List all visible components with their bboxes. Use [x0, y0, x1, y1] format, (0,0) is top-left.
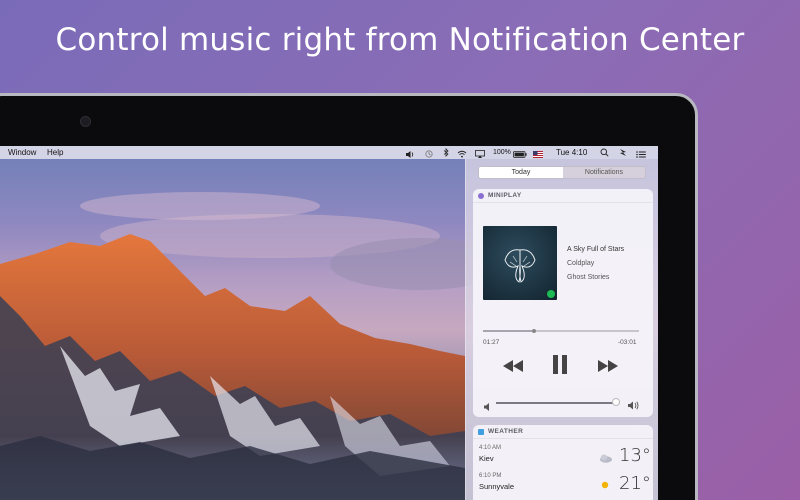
track-artist: Coldplay	[567, 260, 595, 267]
weather-local-time: 4:10 AM	[479, 445, 502, 451]
miniplay-app-icon	[478, 193, 484, 199]
menu-window[interactable]: Window	[8, 146, 36, 159]
pause-icon	[553, 355, 567, 374]
volume-slider-knob[interactable]	[612, 398, 621, 406]
fast-forward-button[interactable]	[598, 359, 618, 377]
pause-button[interactable]	[553, 355, 567, 379]
sun-icon	[599, 478, 611, 496]
volume-slider[interactable]	[496, 398, 621, 406]
cloudy-night-icon	[599, 450, 613, 468]
menu-help[interactable]: Help	[47, 146, 63, 159]
miniplay-widget: MINIPLAY A Sky Full of Stars Coldplay Gh…	[473, 189, 653, 417]
playback-progress-fill	[483, 330, 535, 332]
elapsed-time: 01:27	[483, 339, 500, 346]
weather-city: Kiev	[479, 454, 494, 463]
notification-center-panel: Today Notifications MINIPLAY A Sky Full …	[465, 159, 658, 500]
battery-percent[interactable]: 100%	[493, 146, 511, 159]
menu-bar: Window Help 100% Tue 4:10	[0, 146, 658, 159]
album-artwork[interactable]	[483, 226, 557, 300]
weather-local-time: 6:10 PM	[479, 473, 502, 479]
volume-icon[interactable]	[406, 149, 414, 162]
remaining-time: -03:01	[618, 339, 637, 346]
volume-high-icon	[628, 397, 639, 415]
weather-row[interactable]: 4:10 AM Kiev 13°	[473, 445, 653, 471]
bluetooth-icon[interactable]	[443, 148, 449, 161]
menubar-clock[interactable]: Tue 4:10	[556, 146, 587, 159]
playback-progress-knob[interactable]	[532, 329, 537, 333]
weather-widget: WEATHER 4:10 AM Kiev 13° 6:10 PM Sunnyva…	[473, 425, 653, 500]
miniplay-widget-header: MINIPLAY	[473, 189, 653, 203]
fast-forward-icon	[598, 360, 618, 372]
weather-app-icon	[478, 429, 484, 435]
volume-low-icon	[484, 398, 491, 416]
volume-slider-fill	[496, 402, 617, 404]
playback-progress-bar[interactable]	[483, 329, 639, 333]
spotify-badge-icon	[547, 290, 555, 298]
desktop-screen: Window Help 100% Tue 4:10 Today Notifica…	[0, 146, 658, 500]
rewind-icon	[503, 360, 523, 372]
headline: Control music right from Notification Ce…	[55, 22, 745, 58]
time-machine-icon[interactable]	[425, 149, 433, 162]
tab-today[interactable]: Today	[479, 167, 563, 178]
track-title: A Sky Full of Stars	[567, 246, 625, 253]
weather-city: Sunnyvale	[479, 482, 515, 491]
track-album: Ghost Stories	[567, 274, 610, 281]
weather-temperature: 13°	[619, 445, 651, 466]
weather-row[interactable]: 6:10 PM Sunnyvale 21°	[473, 473, 653, 499]
tab-notifications[interactable]: Notifications	[563, 167, 645, 178]
weather-temperature: 21°	[619, 473, 651, 494]
miniplay-widget-title: MINIPLAY	[488, 192, 522, 199]
album-art-wings-icon	[504, 249, 536, 283]
weather-widget-header: WEATHER	[473, 425, 653, 439]
rewind-button[interactable]	[503, 359, 523, 377]
camera-icon	[80, 116, 91, 127]
weather-widget-title: WEATHER	[488, 428, 524, 435]
today-notifications-segmented-control: Today Notifications	[478, 166, 646, 179]
